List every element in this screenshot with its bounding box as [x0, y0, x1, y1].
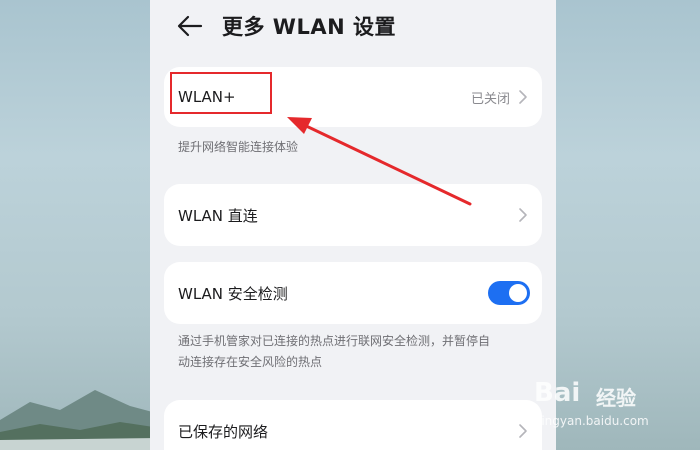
chevron-right-icon [519, 424, 527, 438]
wlan-security-card: WLAN 安全检测 [164, 262, 542, 324]
header: 更多 WLAN 设置 [150, 0, 556, 56]
watermark-logo: Bai [534, 378, 581, 408]
wlan-direct-label: WLAN 直连 [178, 206, 258, 225]
wlan-security-hint-line2: 动连接存在安全风险的热点 [178, 355, 323, 369]
wlan-security-toggle[interactable] [488, 281, 530, 305]
wlan-security-hint-line1: 通过手机管家对已连接的热点进行联网安全检测，并暂停自 [178, 334, 491, 348]
settings-screen: 更多 WLAN 设置 WLAN+ 已关闭 提升网络智能连接体验 WLAN 直连 … [150, 0, 556, 450]
wlan-direct-card: WLAN 直连 [164, 184, 542, 246]
watermark-brand: 经验 [596, 386, 636, 410]
baidu-jingyan-watermark: Bai 经验 jingyan.baidu.com [534, 378, 664, 434]
background-landscape [0, 390, 160, 450]
wlan-security-label: WLAN 安全检测 [178, 284, 288, 303]
watermark-url: jingyan.baidu.com [538, 414, 649, 428]
wlan-plus-hint: 提升网络智能连接体验 [178, 140, 299, 154]
wlan-security-row: WLAN 安全检测 [164, 262, 542, 324]
page-title: 更多 WLAN 设置 [222, 15, 396, 39]
saved-networks-row[interactable]: 已保存的网络 [164, 400, 542, 450]
saved-networks-label: 已保存的网络 [178, 422, 269, 441]
wlan-plus-status: 已关闭 [470, 91, 510, 107]
toggle-knob [509, 284, 527, 302]
saved-networks-card: 已保存的网络 [164, 400, 542, 450]
back-button[interactable] [174, 12, 206, 40]
annotation-highlight-box [170, 72, 272, 114]
chevron-right-icon [519, 90, 527, 104]
wlan-direct-row[interactable]: WLAN 直连 [164, 184, 542, 246]
wlan-security-hint: 通过手机管家对已连接的热点进行联网安全检测，并暂停自 动连接存在安全风险的热点 [178, 331, 534, 373]
chevron-right-icon [519, 208, 527, 222]
arrow-left-icon [177, 15, 203, 37]
